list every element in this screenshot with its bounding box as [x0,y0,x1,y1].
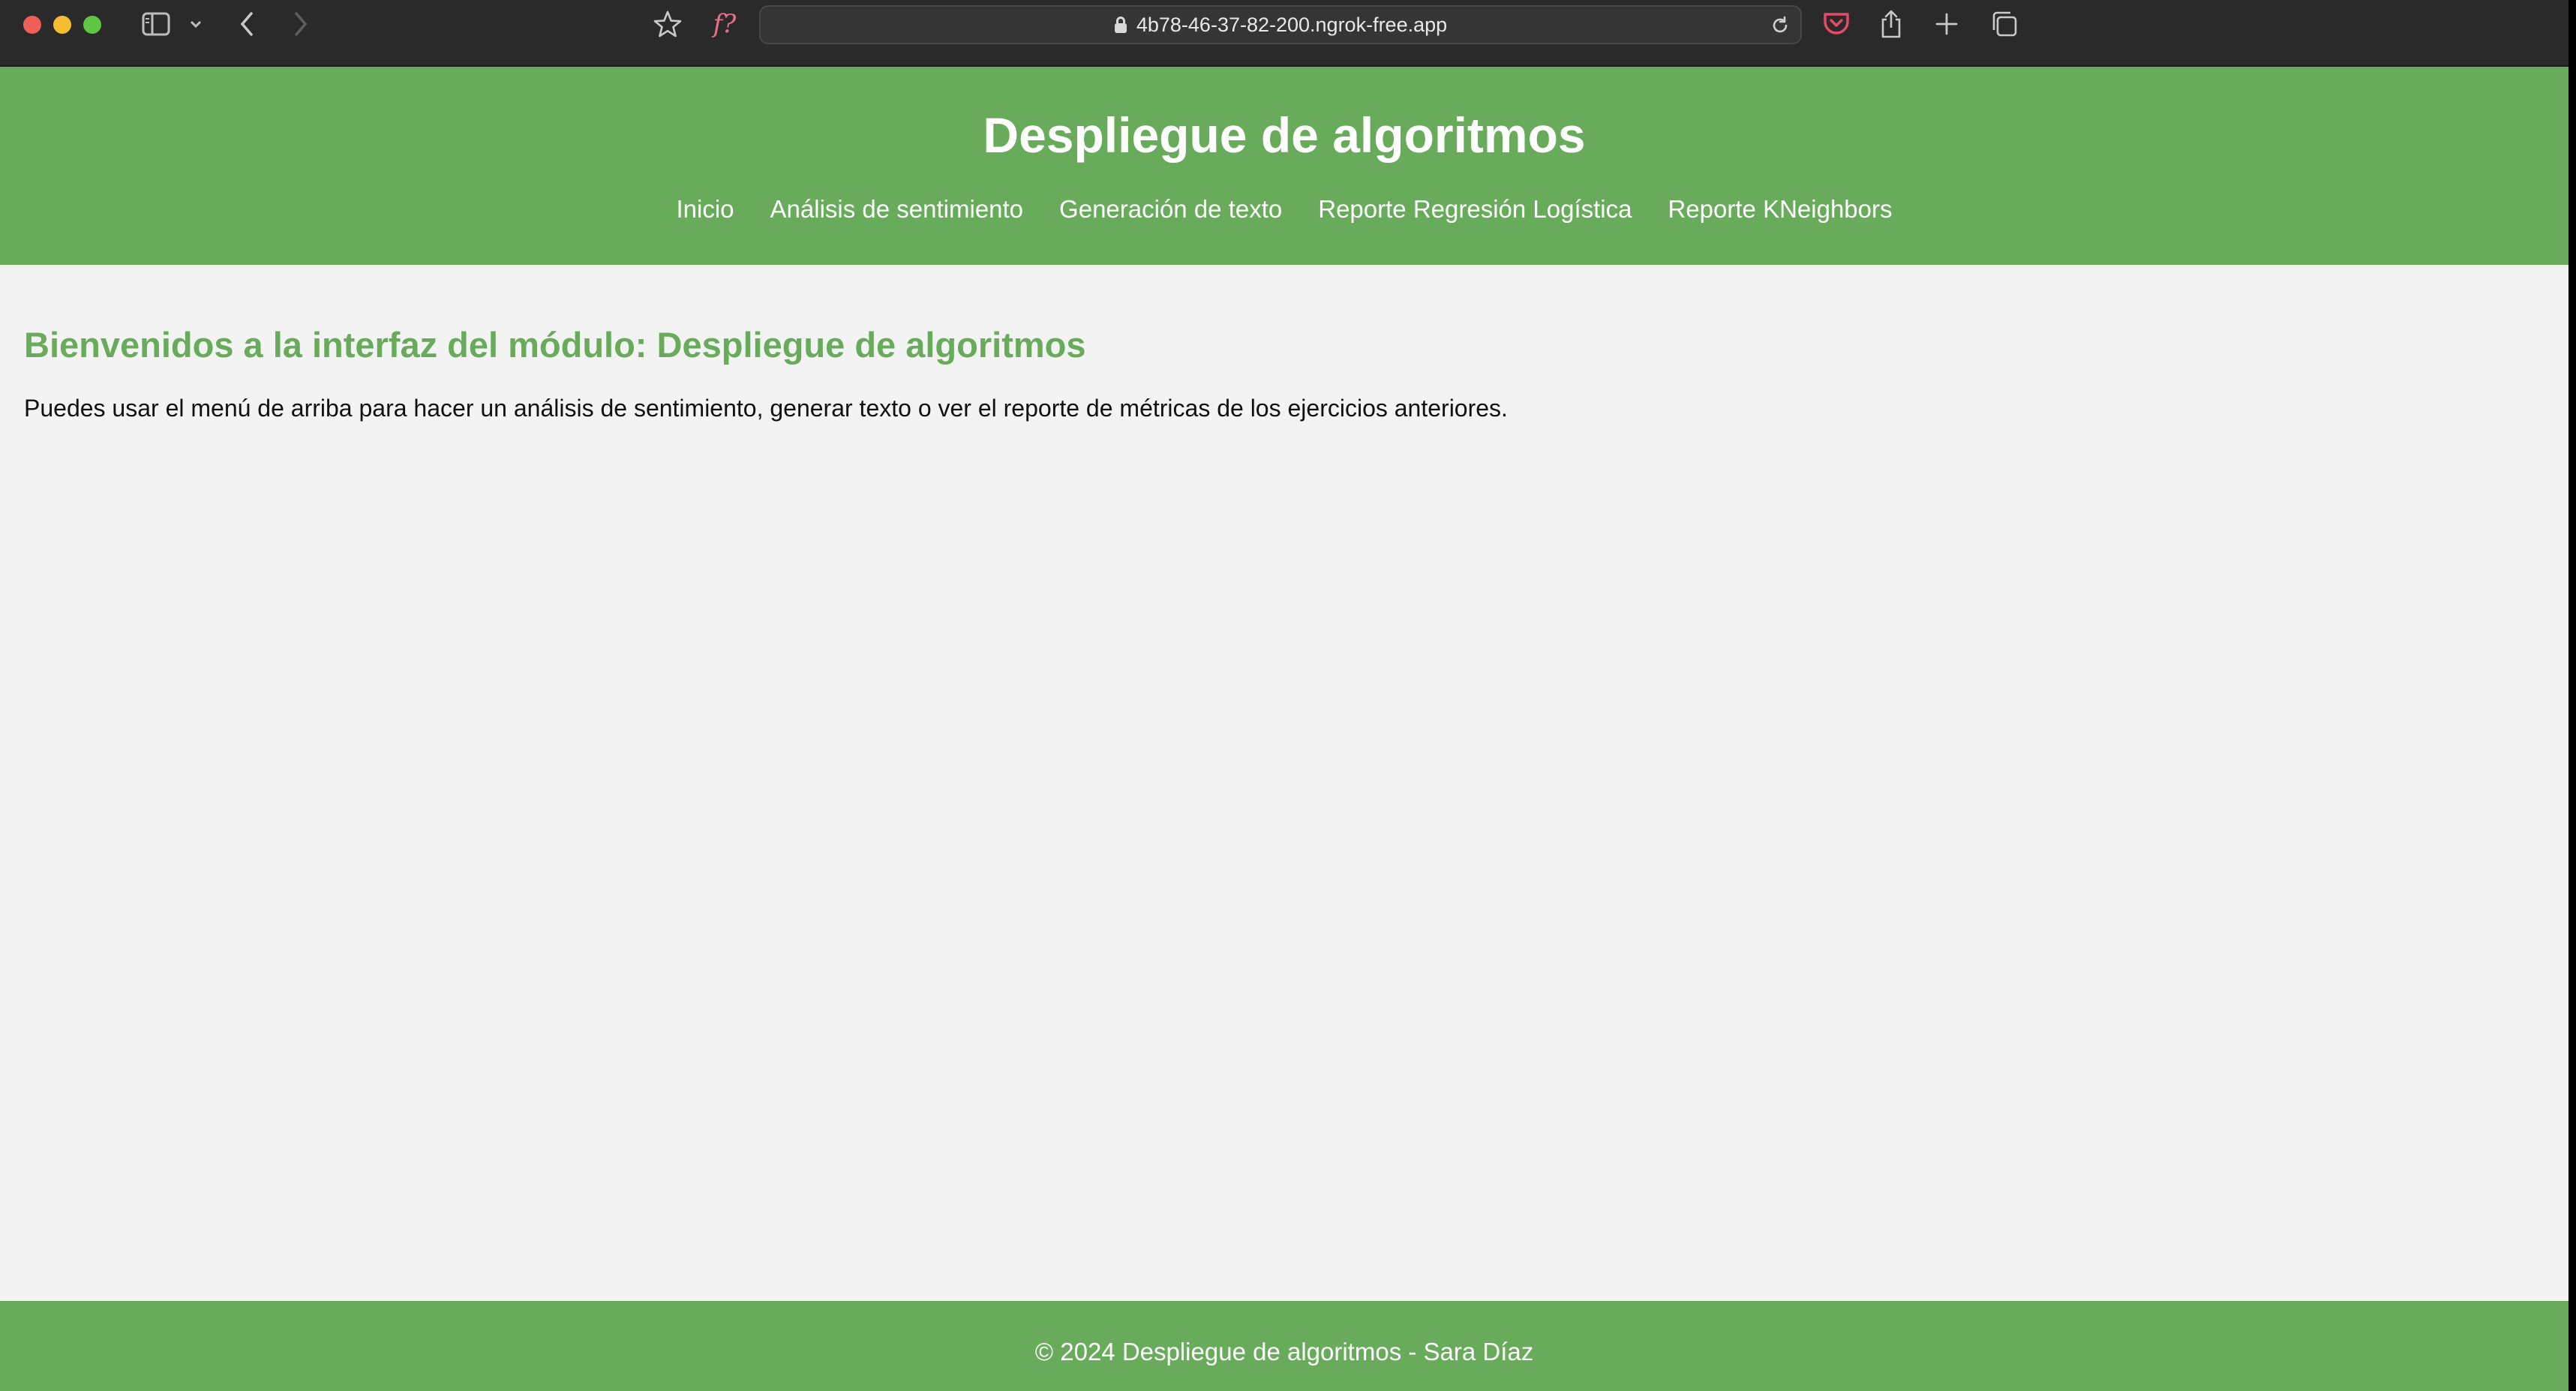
pocket-icon[interactable] [1821,9,1852,39]
reload-icon[interactable] [1770,16,1790,39]
site-header: Despliegue de algoritmos Inicio Análisis… [0,67,2568,265]
nav-reporte-regresion-logistica[interactable]: Reporte Regresión Logística [1318,194,1632,224]
zoom-window-button[interactable] [83,16,101,34]
nav-analisis-sentimiento[interactable]: Análisis de sentimiento [770,194,1024,224]
forward-icon[interactable] [290,9,312,39]
intro-paragraph: Puedes usar el menú de arriba para hacer… [24,395,1508,422]
site-footer: © 2024 Despliegue de algoritmos - Sara D… [0,1301,2568,1391]
url-text: 4b78-46-37-82-200.ngrok-free.app [1136,13,1448,36]
browser-toolbar: f? 4b78-46-37-82-200.ngrok-free.app [0,0,2568,67]
close-window-button[interactable] [23,16,41,34]
browser-window: f? 4b78-46-37-82-200.ngrok-free.app Desp… [0,0,2568,1391]
share-icon[interactable] [1877,9,1905,39]
lock-icon [1114,17,1127,33]
nav-generacion-texto[interactable]: Generación de texto [1059,194,1282,224]
star-icon[interactable] [651,9,684,39]
nav-reporte-kneighbors[interactable]: Reporte KNeighbors [1668,194,1893,224]
nav-inicio[interactable]: Inicio [676,194,734,224]
main-content: Bienvenidos a la interfaz del módulo: De… [24,323,2499,423]
site-title: Despliegue de algoritmos [983,107,1586,163]
tabs-overview-icon[interactable] [1988,9,2019,39]
footer-text: © 2024 Despliegue de algoritmos - Sara D… [1034,1338,1534,1365]
new-tab-icon[interactable] [1932,9,1961,39]
main-nav: Inicio Análisis de sentimiento Generació… [0,194,2568,224]
sidebar-icon[interactable] [140,9,173,39]
back-icon[interactable] [236,9,258,39]
minimize-window-button[interactable] [53,16,71,34]
address-bar[interactable]: 4b78-46-37-82-200.ngrok-free.app [759,5,1802,44]
chevron-down-icon[interactable] [186,9,206,39]
welcome-heading: Bienvenidos a la interfaz del módulo: De… [24,325,1086,365]
font-icon[interactable]: f? [708,9,741,39]
